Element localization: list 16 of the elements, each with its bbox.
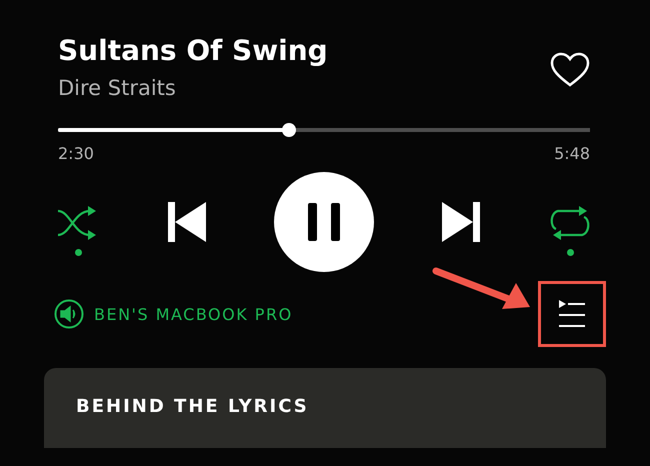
previous-icon[interactable] [168,202,206,242]
artist-name[interactable]: Dire Straits [58,76,328,100]
duration-time: 5:48 [554,144,590,163]
shuffle-on-dot [74,248,82,256]
heart-icon[interactable] [550,52,590,88]
device-name[interactable]: BEN'S MACBOOK PRO [94,304,293,324]
track-title: Sultans Of Swing [58,34,328,68]
progress-thumb[interactable] [282,123,296,137]
speaker-icon[interactable] [54,299,84,329]
next-icon[interactable] [442,202,480,242]
queue-button[interactable] [538,281,606,347]
card-title: BEHIND THE LYRICS [76,396,310,417]
lyrics-card[interactable]: BEHIND THE LYRICS [44,368,606,448]
pause-icon [308,203,340,241]
repeat-on-dot [566,248,574,256]
elapsed-time: 2:30 [58,144,94,163]
